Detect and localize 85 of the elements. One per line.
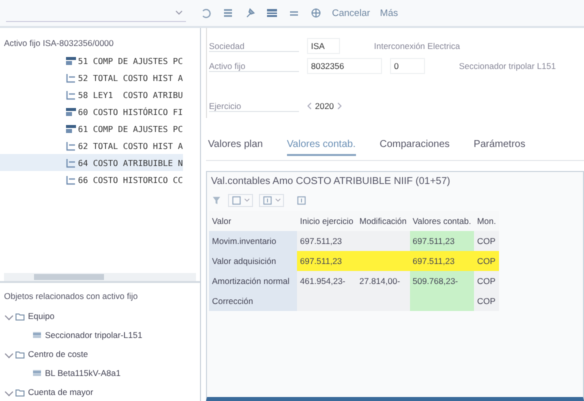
table-icon[interactable] <box>266 7 278 19</box>
tree-item-text: 58 LEY1 COSTO ATRIBU <box>78 90 183 100</box>
node-icon <box>66 124 76 134</box>
table-cell <box>356 231 410 251</box>
tree-item[interactable]: Cuenta de mayor <box>0 382 200 401</box>
square-icon <box>231 194 242 206</box>
table-cell: COP <box>474 231 499 251</box>
details-icon[interactable] <box>296 194 307 206</box>
node-icon <box>66 106 76 116</box>
table-cell: 697.511,23 <box>297 231 356 251</box>
tree-item[interactable]: 64 COSTO ATRIBUIBLE N <box>0 154 183 171</box>
tree-item[interactable]: BL Beta115kV-A8a1 <box>0 363 200 382</box>
table-cell: 697.511,23 <box>297 251 356 271</box>
table-cell: Corrección <box>209 291 297 311</box>
tree-item-text: 60 COSTO HISTÓRICO FI <box>78 106 183 116</box>
tree-item[interactable]: 51 COMP DE AJUSTES PC <box>0 52 183 69</box>
tree-item[interactable]: Centro de coste <box>0 344 200 363</box>
toolbar-button[interactable]: Cancelar <box>332 8 370 18</box>
export-dropdown[interactable] <box>259 194 284 206</box>
tree-item-text: 61 COMP DE AJUSTES PC <box>78 124 183 134</box>
asset-field[interactable]: 8032356 <box>307 58 382 74</box>
table-title: Val.contables Amo COSTO ATRIBUIBLE NIIF (01+57) <box>210 176 452 187</box>
chevron-icon <box>275 198 281 202</box>
table-cell: COP <box>474 271 499 291</box>
table-cell: 697.511,23 <box>410 231 474 251</box>
table-cell: COP <box>474 251 499 271</box>
section-title: Objetos relacionados con activo fijo <box>3 291 139 301</box>
undo-icon[interactable] <box>200 7 212 19</box>
pin-icon[interactable] <box>244 7 256 19</box>
previous-icon[interactable] <box>307 102 312 110</box>
field-label: Sociedad <box>209 40 299 52</box>
table-cell: 509.768,23- <box>410 271 474 291</box>
tree-item-text: 51 COMP DE AJUSTES PC <box>78 56 183 66</box>
tab[interactable]: Valores plan <box>208 138 263 156</box>
layout-dropdown[interactable] <box>228 194 253 206</box>
scrollbar[interactable] <box>4 272 196 281</box>
tree-item-text: 62 TOTAL COSTO HIST A <box>78 140 183 150</box>
sum-icon <box>66 174 76 184</box>
folder-icon <box>15 348 25 358</box>
tree-title: Activo fijo ISA-8032356/0000 <box>3 38 115 48</box>
tree-item[interactable]: 60 COSTO HISTÓRICO FI <box>0 103 183 120</box>
folder-icon <box>15 310 25 320</box>
sum-icon <box>66 90 76 100</box>
asset-name: Seccionador tripolar L151 <box>459 61 556 71</box>
tree-item[interactable]: 66 COSTO HISTORICO CC <box>0 171 183 188</box>
tab[interactable]: Parámetros <box>474 138 526 156</box>
tree-item-text: 64 COSTO ATRIBUIBLE N <box>78 158 183 168</box>
node-icon <box>66 56 76 66</box>
filter-icon[interactable] <box>211 194 222 206</box>
table-cell: 697.511,23 <box>410 251 474 271</box>
list-icon[interactable] <box>222 7 234 19</box>
table-cell: 27.814,00- <box>356 271 410 291</box>
chevron-icon <box>244 198 250 202</box>
year-field[interactable]: 2020 <box>315 101 334 111</box>
sum-icon <box>66 158 76 168</box>
company-name: Interconexión Electrica <box>374 41 460 51</box>
object-icon <box>32 368 42 378</box>
sum-icon <box>66 72 76 82</box>
tree-item[interactable]: 58 LEY1 COSTO ATRIBU <box>0 86 183 103</box>
table-cell: 461.954,23- <box>297 271 356 291</box>
table-cell <box>410 291 474 311</box>
sum-icon <box>66 140 76 150</box>
table-cell: Amortización normal <box>209 271 297 291</box>
company-field[interactable]: ISA <box>307 38 340 54</box>
table-cell: COP <box>474 291 499 311</box>
tree-item[interactable]: Equipo <box>0 306 200 325</box>
table-cell: Movim.inventario <box>209 231 297 251</box>
toolbar-button[interactable]: Más <box>380 8 398 18</box>
next-icon[interactable] <box>336 102 342 110</box>
tree-item-text: 66 COSTO HISTORICO CC <box>78 174 183 184</box>
tree-item[interactable]: 52 TOTAL COSTO HIST A <box>0 69 183 86</box>
folder-icon <box>15 386 25 396</box>
chevron-icon <box>175 10 183 14</box>
tree-item[interactable]: 62 TOTAL COSTO HIST A <box>0 137 183 154</box>
tree-item[interactable]: Seccionador tripolar-L151 <box>0 325 200 344</box>
tree-item-text: 52 TOTAL COSTO HIST A <box>78 72 183 82</box>
field-label: Activo fijo <box>209 60 299 72</box>
subnumber-field[interactable]: 0 <box>390 58 425 74</box>
tab[interactable]: Comparaciones <box>380 138 450 156</box>
tree-item[interactable]: 61 COMP DE AJUSTES PC <box>0 120 183 137</box>
globe-icon[interactable] <box>310 7 322 19</box>
field-label: Ejercicio <box>209 100 299 112</box>
table-cell: Valor adquisición <box>209 251 297 271</box>
export-icon <box>262 194 273 206</box>
object-icon <box>32 330 42 340</box>
